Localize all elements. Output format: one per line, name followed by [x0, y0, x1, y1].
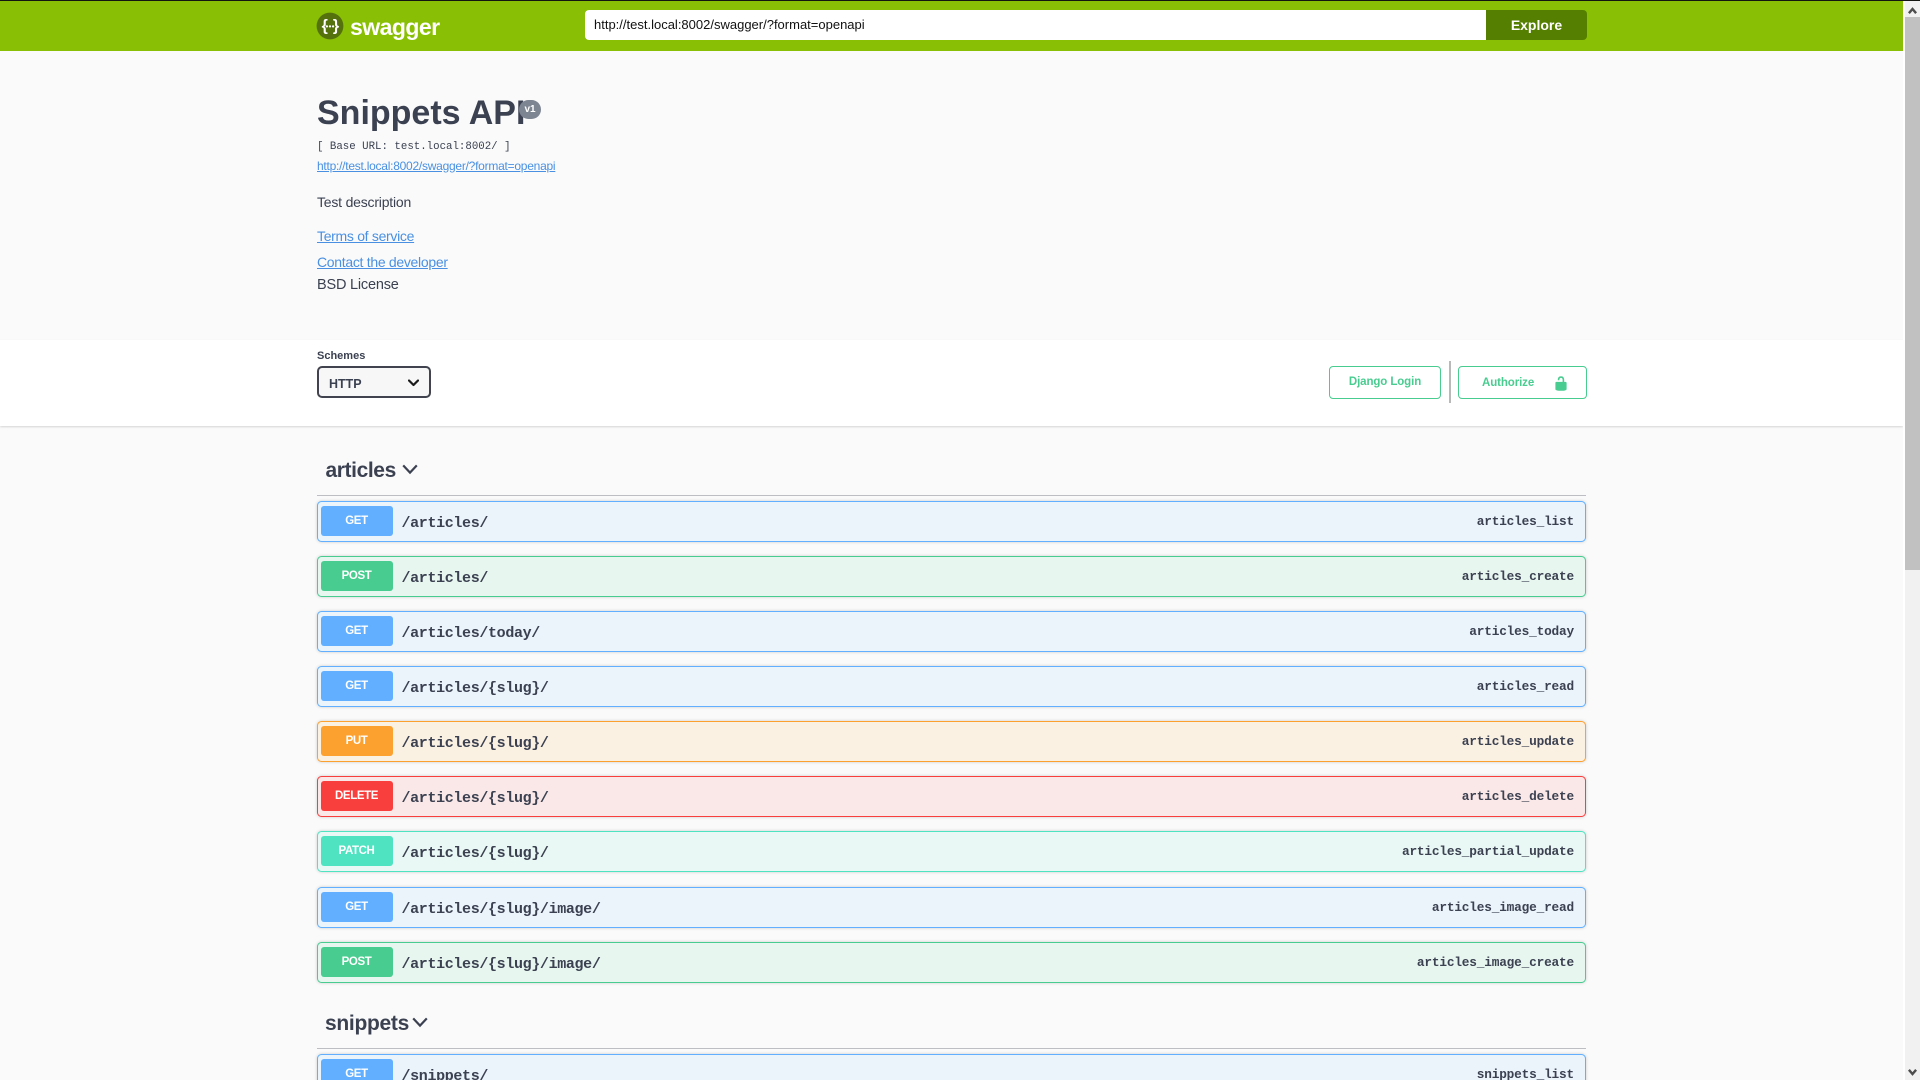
svg-text:}: } — [333, 18, 339, 35]
